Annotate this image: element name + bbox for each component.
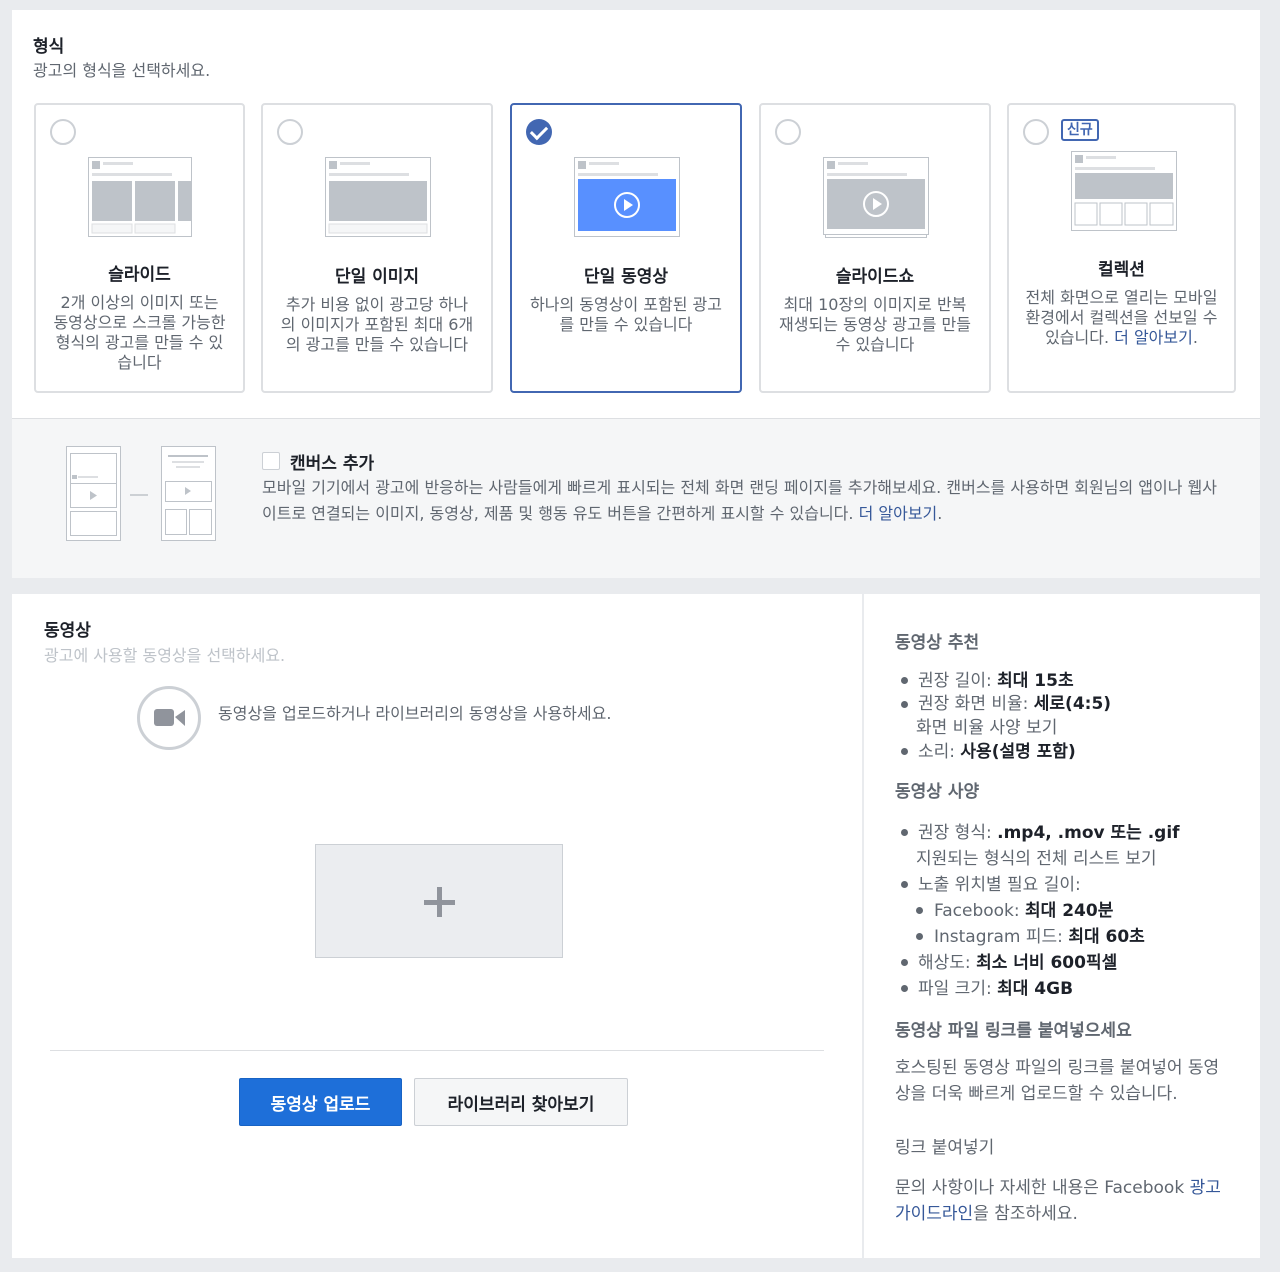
video-upload-dropzone[interactable] [315,844,563,958]
format-subtitle: 광고의 형식을 선택하세요. [33,61,211,80]
card-title: 단일 동영상 [583,267,669,287]
help-text: 문의 사항이나 자세한 내용은 Facebook 광고 가이드라인을 참조하세요… [895,1175,1225,1227]
canvas-section: 캔버스 추가 모바일 기기에서 광고에 반응하는 사람들에게 빠르게 표시되는 … [12,418,1260,578]
collection-illustration-icon [1071,151,1177,231]
radio-collection[interactable] [1023,119,1049,145]
card-desc: 최대 10장의 이미지로 반복 재생되는 동영상 광고를 만들 수 있습니다 [779,295,971,354]
rec-ratio: 권장 화면 비율: 세로(4:5) [918,689,1111,714]
canvas-learn-more-link[interactable]: 더 알아보기 [859,504,938,523]
spec-instagram: Instagram 피드: 최대 60초 [934,922,1145,947]
canvas-title: 캔버스 추가 [290,454,375,474]
canvas-illustration-icon [66,446,216,541]
bullet-icon [901,881,908,888]
format-card-single-video[interactable]: 단일 동영상 하나의 동영상이 포함된 광고를 만들 수 있습니다 [510,103,742,393]
format-card-collection[interactable]: 신규 컬렉션 전체 화면으로 열리는 모바일 환경에서 컬렉션을 선보일 수 있… [1007,103,1236,393]
spec-instagram-label: Instagram 피드: [934,927,1063,947]
plus-icon-bar [424,900,455,905]
learn-more-link[interactable]: 더 알아보기 [1114,328,1193,347]
ratio-spec-link[interactable]: 화면 비율 사양 보기 [916,713,1057,738]
canvas-desc-suffix: . [937,504,943,523]
spec-facebook: Facebook: 최대 240분 [934,896,1113,921]
spec-facebook-value: 최대 240분 [1025,901,1114,921]
new-badge: 신규 [1061,119,1099,141]
card-desc: 하나의 동영상이 포함된 광고를 만들 수 있습니다 [530,295,722,334]
spec-format: 권장 형식: .mp4, .mov 또는 .gif [918,818,1180,843]
spec-size: 파일 크기: 최대 4GB [918,974,1073,999]
rec-sound: 소리: 사용(설명 포함) [918,737,1076,762]
radio-single-image[interactable] [277,119,303,145]
format-card-carousel[interactable]: 슬라이드 2개 이상의 이미지 또는 동영상으로 스크롤 가능한 형식의 광고를… [34,103,245,393]
supported-formats-link[interactable]: 지원되는 형식의 전체 리스트 보기 [916,844,1157,869]
bullet-icon [901,748,908,755]
spec-size-label: 파일 크기: [918,979,992,999]
video-subtitle: 광고에 사용할 동영상을 선택하세요. [44,646,286,665]
card-desc: 추가 비용 없이 광고당 하나의 이미지가 포함된 최대 6개의 광고를 만들 … [280,295,474,354]
canvas-desc-text: 모바일 기기에서 광고에 반응하는 사람들에게 빠르게 표시되는 전체 화면 랜… [262,478,1217,523]
video-camera-icon [137,686,201,750]
help-text-body: 문의 사항이나 자세한 내용은 Facebook [895,1178,1185,1198]
canvas-checkbox[interactable] [262,452,280,470]
radio-single-video-checked[interactable] [526,119,552,145]
card-desc: 전체 화면으로 열리는 모바일 환경에서 컬렉션을 선보일 수 있습니다. 더 … [1025,288,1218,348]
spec-format-label: 권장 형식: [918,823,992,843]
paste-link-button[interactable]: 링크 붙여넣기 [895,1133,994,1158]
rec-ratio-value: 세로(4:5) [1033,694,1112,714]
bullet-icon [901,985,908,992]
specs-heading: 동영상 사양 [895,782,980,802]
rec-length: 권장 길이: 최대 15초 [918,666,1074,691]
upload-video-button[interactable]: 동영상 업로드 [239,1078,402,1126]
card-desc: 2개 이상의 이미지 또는 동영상으로 스크롤 가능한 형식의 광고를 만들 수… [53,293,226,372]
card-title: 슬라이드 [108,265,171,285]
bullet-icon [916,933,923,940]
bullet-icon [916,907,923,914]
format-panel: 형식 광고의 형식을 선택하세요. 슬라이드 2개 이상의 이미지 또는 동영상… [12,10,1260,418]
radio-slideshow[interactable] [775,119,801,145]
rec-length-value: 최대 15초 [997,671,1074,691]
bullet-icon [901,959,908,966]
upload-recommendation: 동영상을 업로드하거나 라이브러리의 동영상을 사용하세요. [218,704,612,723]
slideshow-illustration-icon [823,157,929,238]
spec-resolution-label: 해상도: [918,953,971,973]
paste-link-desc: 호스팅된 동영상 파일의 링크를 붙여넣어 동영상을 더욱 빠르게 업로드할 수… [895,1058,1220,1104]
browse-library-button[interactable]: 라이브러리 찾아보기 [414,1078,628,1126]
video-guidelines-panel: 동영상 추천 권장 길이: 최대 15초 권장 화면 비율: 세로(4:5) 화… [864,594,1260,1258]
spec-facebook-label: Facebook: [934,901,1020,921]
rec-sound-value: 사용(설명 포함) [960,742,1076,762]
single-image-illustration-icon [325,157,431,237]
paste-link-heading: 동영상 파일 링크를 붙여넣으세요 [895,1021,1132,1041]
video-panel: 동영상 광고에 사용할 동영상을 선택하세요. 동영상을 업로드하거나 라이브러… [12,594,862,1258]
help-text-suffix: 을 참조하세요. [973,1204,1078,1224]
bullet-icon [901,829,908,836]
rec-sound-label: 소리: [918,742,956,762]
spec-size-value: 최대 4GB [997,979,1074,999]
spec-resolution: 해상도: 최소 너비 600픽셀 [918,948,1117,973]
rec-ratio-label: 권장 화면 비율: [918,694,1029,714]
spec-format-value: .mp4, .mov 또는 .gif [997,823,1180,843]
canvas-desc: 모바일 기기에서 광고에 반응하는 사람들에게 빠르게 표시되는 전체 화면 랜… [262,475,1222,527]
card-title: 단일 이미지 [334,267,420,287]
format-title: 형식 [33,37,65,57]
format-card-slideshow[interactable]: 슬라이드쇼 최대 10장의 이미지로 반복 재생되는 동영상 광고를 만들 수 … [759,103,991,393]
carousel-illustration-icon [88,157,192,237]
spec-instagram-value: 최대 60초 [1068,927,1145,947]
rec-length-label: 권장 길이: [918,671,992,691]
format-card-single-image[interactable]: 단일 이미지 추가 비용 없이 광고당 하나의 이미지가 포함된 최대 6개의 … [261,103,493,393]
card-desc-suffix: . [1192,328,1198,347]
bullet-icon [901,701,908,708]
spec-resolution-value: 최소 너비 600픽셀 [976,953,1118,973]
spec-placement: 노출 위치별 필요 길이: [918,875,1081,895]
video-title: 동영상 [44,621,91,641]
radio-carousel[interactable] [50,119,76,145]
bullet-icon [901,677,908,684]
card-title: 슬라이드쇼 [835,267,915,287]
recommendations-heading: 동영상 추천 [895,633,980,653]
single-video-illustration-icon [574,157,680,237]
card-title: 컬렉션 [1098,260,1145,280]
divider [50,1050,824,1051]
